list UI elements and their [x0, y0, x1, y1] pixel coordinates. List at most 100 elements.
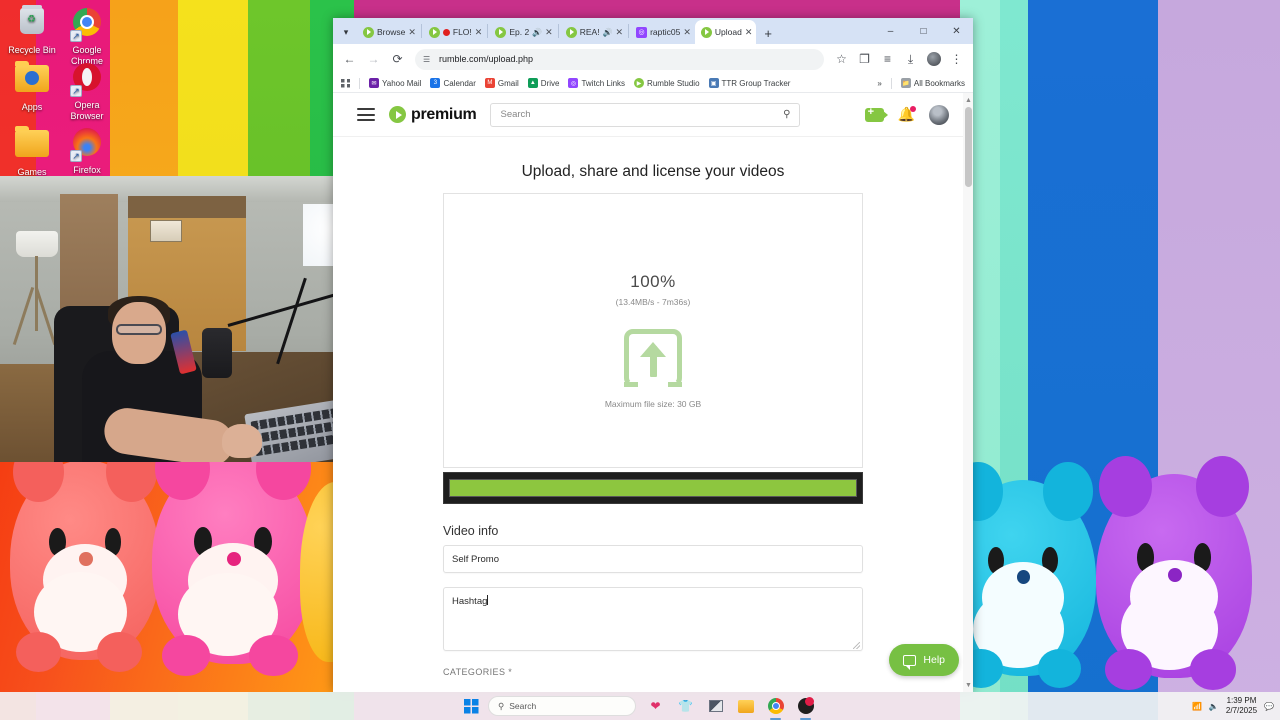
bookmark-ttr-group-tracker[interactable]: ▣ TTR Group Tracker — [708, 78, 791, 88]
rumble-play-icon — [389, 106, 406, 123]
taskbar-widget-hearts-icon[interactable]: ❤ — [645, 696, 666, 717]
tab-divider — [420, 24, 422, 38]
minimize-button[interactable]: – — [874, 18, 907, 44]
desktop-icon-games[interactable]: Games — [2, 126, 62, 178]
downloads-icon[interactable]: ⤓ — [900, 49, 921, 70]
bookmark-label: Calendar — [443, 78, 476, 88]
shortcut-arrow-icon: ↗ — [70, 85, 82, 97]
speaker-icon[interactable]: 🔊 — [603, 28, 613, 37]
taskbar-opera-button[interactable] — [795, 696, 816, 720]
hamburger-menu-icon[interactable] — [357, 105, 375, 125]
bookmark-label: TTR Group Tracker — [721, 78, 791, 88]
profile-avatar[interactable] — [923, 49, 944, 70]
video-title-value: Self Promo — [452, 553, 499, 565]
desktop-icon-google-chrome[interactable]: ↗ Google Chrome — [57, 6, 117, 67]
rumble-logo[interactable]: premium — [389, 105, 477, 124]
video-description-textarea[interactable]: Hashtag — [443, 587, 863, 651]
site-settings-icon[interactable]: ☰ — [423, 54, 434, 65]
reload-button[interactable]: ⟳ — [387, 49, 408, 70]
help-button[interactable]: Help — [889, 644, 959, 676]
wallpaper-plush-bears-right — [968, 442, 1280, 692]
forward-button[interactable]: → — [363, 49, 384, 70]
taskbar-file-explorer-button[interactable] — [735, 696, 756, 717]
tab-close-icon[interactable]: ✕ — [745, 27, 753, 38]
bookmark-star-icon[interactable]: ☆ — [831, 49, 852, 70]
page-viewport: premium Search ⚲ 🔔 Upload, share and lic… — [333, 93, 973, 692]
browser-tab-raptic05[interactable]: ◎ raptic05 ✕ — [630, 20, 695, 44]
desktop-icon-firefox[interactable]: ↗ Firefox — [57, 126, 117, 176]
rumble-favicon-icon — [495, 26, 507, 38]
browser-tab-browse[interactable]: Browse ✕ — [357, 20, 420, 44]
bookmark-label: Rumble Studio — [647, 78, 700, 88]
bookmark-drive[interactable]: ▲ Drive — [527, 78, 559, 88]
tab-title: FLO! — [452, 27, 472, 37]
scrollbar-thumb[interactable] — [965, 107, 972, 187]
tab-close-icon[interactable]: ✕ — [475, 27, 483, 38]
chrome-menu-icon[interactable]: ⋮ — [946, 49, 967, 70]
tab-divider — [487, 24, 489, 38]
bookmark-twitch-links[interactable]: ◎ Twitch Links — [568, 78, 625, 88]
scroll-up-icon[interactable]: ▲ — [965, 95, 972, 105]
bookmarks-overflow-icon[interactable]: » — [877, 79, 881, 88]
all-bookmarks-button[interactable]: 📁 All Bookmarks — [900, 78, 965, 88]
folder-icon: 📁 — [900, 78, 911, 88]
bookmark-yahoo-mail[interactable]: ✉ Yahoo Mail — [369, 78, 421, 88]
page-scrollbar[interactable]: ▲ ▼ — [963, 93, 973, 692]
side-panel-icon[interactable]: ❐ — [854, 49, 875, 70]
maximize-button[interactable]: □ — [907, 18, 940, 44]
tab-close-icon[interactable]: ✕ — [616, 27, 624, 38]
desktop-icon-opera-browser[interactable]: ↗ Opera Browser — [57, 61, 117, 122]
browser-tab-rea[interactable]: REA! 🔊 ✕ — [560, 20, 627, 44]
start-button-icon[interactable] — [464, 698, 479, 714]
taskbar-widget-shirt-icon[interactable]: 👕 — [675, 696, 696, 717]
speaker-icon[interactable]: 🔊 — [532, 28, 542, 37]
browser-tab-upload[interactable]: Upload ✕ — [694, 20, 757, 44]
notification-center-icon[interactable]: 💬 — [1264, 702, 1274, 711]
search-input[interactable]: Search ⚲ — [490, 102, 801, 127]
logo-text: premium — [411, 105, 477, 123]
tab-search-chevron-icon[interactable]: ▾ — [335, 20, 357, 44]
notifications-icon[interactable]: 🔔 — [898, 106, 916, 123]
taskbar-task-view-button[interactable] — [705, 696, 726, 717]
taskbar-search-input[interactable]: ⚲ Search — [488, 696, 636, 716]
toolbar-actions: ☆ ❐ ≡ ⤓ ⋮ — [831, 49, 967, 70]
scroll-down-icon[interactable]: ▼ — [965, 680, 972, 690]
bookmark-calendar[interactable]: 3 Calendar — [430, 78, 476, 88]
shortcut-arrow-icon: ↗ — [70, 30, 82, 42]
webcam-overlay — [0, 176, 379, 462]
search-icon[interactable]: ⚲ — [783, 109, 790, 120]
apps-grid-icon[interactable] — [341, 78, 350, 88]
browser-tab-flo[interactable]: FLO! ✕ — [423, 20, 486, 44]
taskbar-chrome-button[interactable] — [765, 696, 786, 720]
address-bar[interactable]: ☰ rumble.com/upload.php — [415, 48, 824, 70]
tab-divider — [628, 24, 630, 38]
help-label: Help — [923, 654, 945, 666]
bookmark-rumble-studio[interactable]: ▶ Rumble Studio — [634, 78, 700, 88]
volume-icon[interactable]: 🔈 — [1209, 702, 1219, 711]
drive-icon: ▲ — [527, 78, 538, 88]
taskbar-clock[interactable]: 1:39 PM 2/7/2025 — [1226, 696, 1257, 716]
user-avatar[interactable] — [929, 104, 949, 125]
tab-close-icon[interactable]: ✕ — [545, 27, 553, 38]
upload-video-icon[interactable] — [864, 106, 888, 122]
reading-list-icon[interactable]: ≡ — [877, 49, 898, 70]
back-button[interactable]: ← — [339, 49, 360, 70]
browser-tab-ep2[interactable]: Ep. 2 🔊 ✕ — [489, 20, 556, 44]
tab-divider — [557, 24, 559, 38]
new-tab-button[interactable]: + — [756, 26, 780, 44]
tab-close-icon[interactable]: ✕ — [408, 27, 416, 38]
desktop-icon-apps[interactable]: Apps — [2, 61, 62, 113]
tab-close-icon[interactable]: ✕ — [683, 27, 691, 38]
all-bookmarks-label: All Bookmarks — [913, 78, 965, 88]
resize-handle[interactable] — [853, 642, 860, 649]
bookmark-gmail[interactable]: M Gmail — [484, 78, 519, 88]
bookmark-divider — [890, 77, 892, 89]
video-title-input[interactable]: Self Promo — [443, 545, 863, 573]
bookmark-label: Yahoo Mail — [382, 78, 422, 88]
upload-dropzone[interactable]: 100% (13.4MB/s - 7m36s) Maximum file siz… — [443, 193, 863, 468]
desktop-icon-recycle-bin[interactable]: ♻ Recycle Bin — [2, 5, 62, 56]
desktop-icon-label: Opera Browser — [70, 100, 104, 121]
network-icon[interactable]: 📶 — [1192, 702, 1202, 711]
close-button[interactable]: ✕ — [940, 18, 973, 44]
progress-fill — [450, 480, 856, 496]
